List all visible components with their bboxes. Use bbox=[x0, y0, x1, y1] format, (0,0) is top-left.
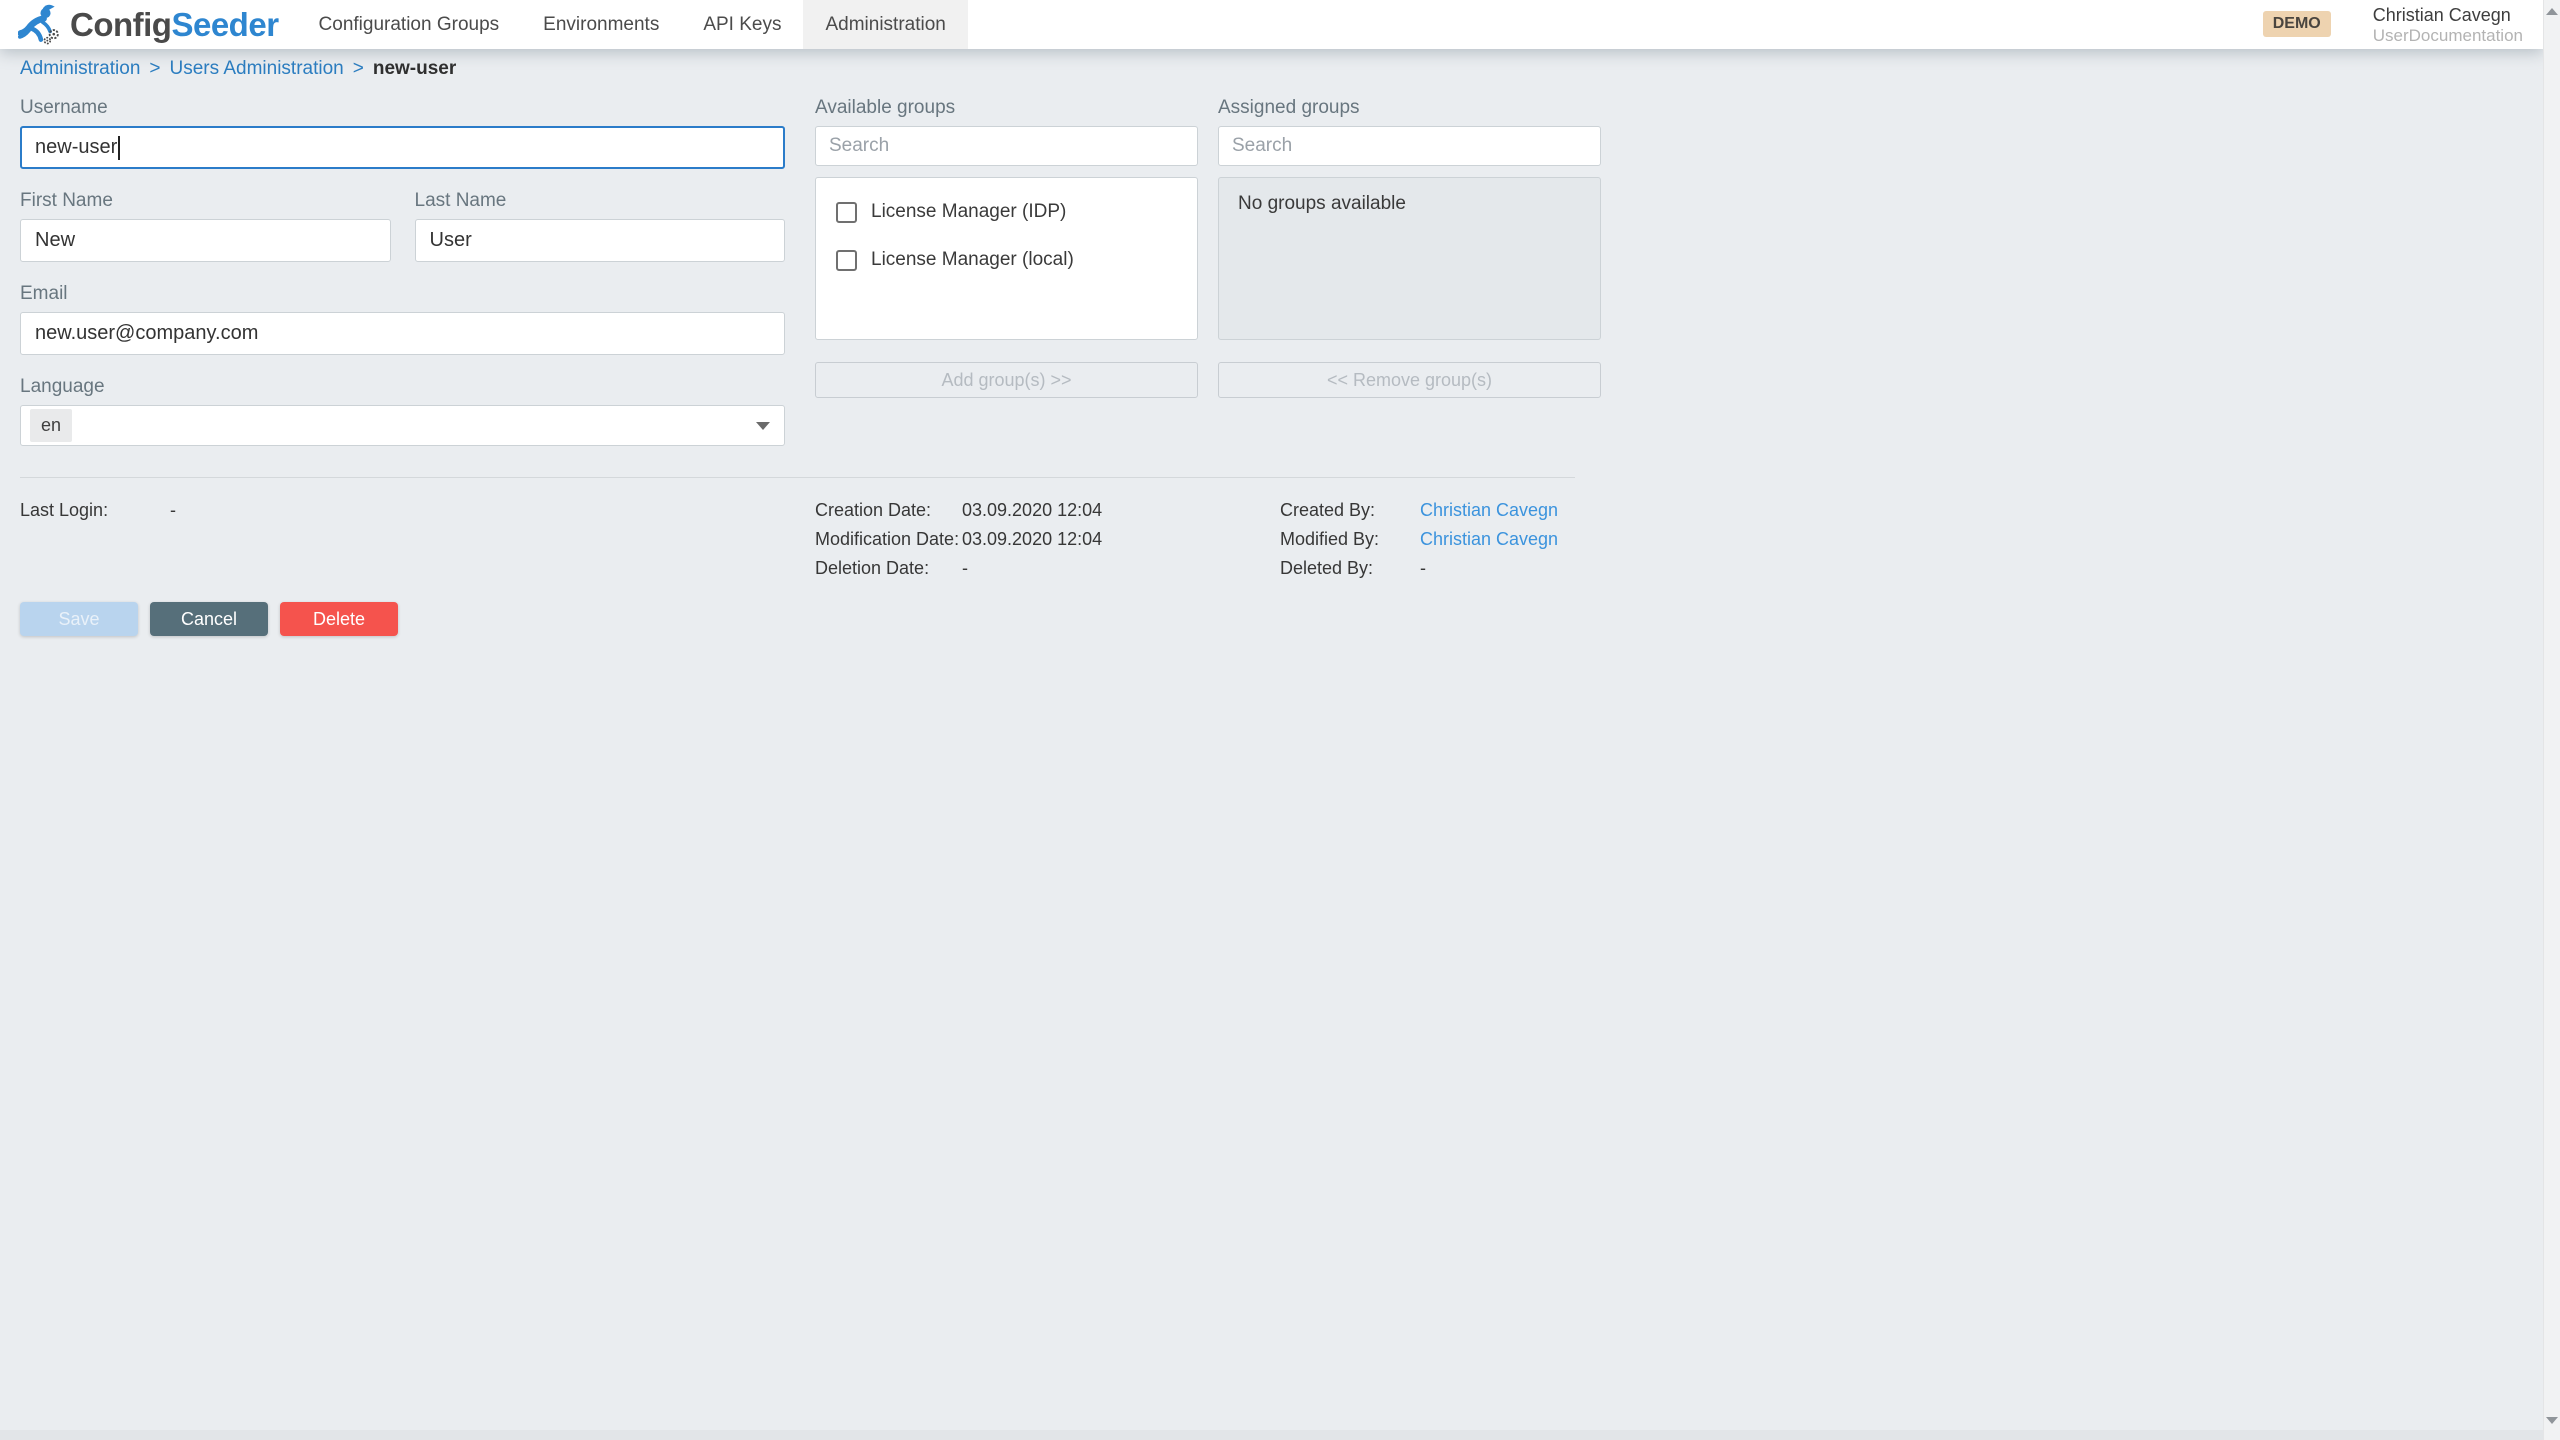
modified-by-label: Modified By: bbox=[1280, 529, 1420, 550]
demo-badge: DEMO bbox=[2263, 11, 2331, 37]
deleted-by-value: - bbox=[1420, 558, 1426, 579]
main-nav: Configuration Groups Environments API Ke… bbox=[297, 0, 968, 49]
deletion-date-value: - bbox=[962, 558, 968, 579]
modification-date-label: Modification Date: bbox=[815, 529, 962, 550]
remove-groups-button[interactable]: << Remove group(s) bbox=[1218, 362, 1601, 398]
last-name-label: Last Name bbox=[415, 190, 786, 212]
breadcrumb-separator-icon: > bbox=[149, 58, 160, 80]
group-item-license-manager-idp[interactable]: License Manager (IDP) bbox=[816, 188, 1197, 236]
metadata-section: Last Login: - Creation Date: 03.09.2020 … bbox=[20, 500, 2543, 588]
email-label: Email bbox=[20, 283, 785, 305]
nav-administration[interactable]: Administration bbox=[803, 0, 967, 49]
assigned-groups-list: No groups available bbox=[1218, 177, 1601, 340]
horizontal-scrollbar[interactable] bbox=[0, 1430, 2543, 1440]
deletion-date-label: Deletion Date: bbox=[815, 558, 962, 579]
assigned-groups-label: Assigned groups bbox=[1218, 97, 1601, 119]
modification-date-value: 03.09.2020 12:04 bbox=[962, 529, 1102, 550]
username-label: Username bbox=[20, 97, 785, 119]
add-groups-button[interactable]: Add group(s) >> bbox=[815, 362, 1198, 398]
creation-date-value: 03.09.2020 12:04 bbox=[962, 500, 1102, 521]
sower-mascot-icon bbox=[18, 3, 62, 47]
username-value: new-user bbox=[35, 136, 117, 159]
language-label: Language bbox=[20, 376, 785, 398]
deleted-by-label: Deleted By: bbox=[1280, 558, 1420, 579]
user-tenant: UserDocumentation bbox=[2373, 26, 2523, 46]
creation-date-label: Creation Date: bbox=[815, 500, 962, 521]
checkbox-icon[interactable] bbox=[836, 250, 857, 271]
last-name-input[interactable] bbox=[415, 219, 786, 262]
logo-text: ConfigSeeder bbox=[70, 6, 279, 44]
last-login-label: Last Login: bbox=[20, 500, 170, 521]
text-caret bbox=[118, 136, 120, 160]
available-groups-label: Available groups bbox=[815, 97, 1198, 119]
main-content: Administration > Users Administration > … bbox=[0, 49, 2543, 1430]
group-item-label: License Manager (local) bbox=[871, 249, 1074, 271]
scroll-down-icon[interactable] bbox=[2546, 1417, 2558, 1424]
nav-configuration-groups[interactable]: Configuration Groups bbox=[297, 0, 522, 49]
breadcrumb-administration[interactable]: Administration bbox=[20, 58, 140, 80]
email-input[interactable] bbox=[20, 312, 785, 355]
section-divider bbox=[20, 477, 1575, 478]
modified-by-link[interactable]: Christian Cavegn bbox=[1420, 529, 1558, 550]
group-item-label: License Manager (IDP) bbox=[871, 201, 1066, 223]
no-groups-text: No groups available bbox=[1238, 193, 1406, 214]
breadcrumb-current-page: new-user bbox=[373, 58, 456, 80]
group-item-license-manager-local[interactable]: License Manager (local) bbox=[816, 236, 1197, 284]
delete-button[interactable]: Delete bbox=[280, 602, 398, 636]
user-form: Username new-user First Name Last Name bbox=[20, 97, 785, 446]
nav-api-keys[interactable]: API Keys bbox=[681, 0, 803, 49]
save-button[interactable]: Save bbox=[20, 602, 138, 636]
assigned-groups-search-input[interactable] bbox=[1218, 126, 1601, 166]
app-logo[interactable]: ConfigSeeder bbox=[18, 3, 279, 47]
nav-environments[interactable]: Environments bbox=[521, 0, 681, 49]
created-by-link[interactable]: Christian Cavegn bbox=[1420, 500, 1558, 521]
chevron-down-icon bbox=[756, 422, 770, 430]
header-bar: ConfigSeeder Configuration Groups Enviro… bbox=[0, 0, 2543, 49]
action-buttons: Save Cancel Delete bbox=[20, 602, 2543, 636]
username-input[interactable]: new-user bbox=[20, 126, 785, 169]
vertical-scrollbar[interactable] bbox=[2543, 0, 2560, 1440]
scroll-up-icon[interactable] bbox=[2546, 8, 2558, 15]
language-selected-chip: en bbox=[30, 409, 72, 442]
first-name-input[interactable] bbox=[20, 219, 391, 262]
user-menu[interactable]: Christian Cavegn UserDocumentation bbox=[2373, 3, 2523, 45]
breadcrumb-users-administration[interactable]: Users Administration bbox=[170, 58, 344, 80]
assigned-groups-section: Assigned groups No groups available << R… bbox=[1218, 97, 1601, 446]
available-groups-section: Available groups License Manager (IDP) L… bbox=[815, 97, 1198, 446]
breadcrumb-separator-icon: > bbox=[353, 58, 364, 80]
available-groups-list: License Manager (IDP) License Manager (l… bbox=[815, 177, 1198, 340]
header-right: DEMO Christian Cavegn UserDocumentation bbox=[2263, 3, 2543, 45]
available-groups-search-input[interactable] bbox=[815, 126, 1198, 166]
cancel-button[interactable]: Cancel bbox=[150, 602, 268, 636]
language-select[interactable]: en bbox=[20, 405, 785, 446]
created-by-label: Created By: bbox=[1280, 500, 1420, 521]
user-name: Christian Cavegn bbox=[2373, 5, 2523, 26]
breadcrumb: Administration > Users Administration > … bbox=[20, 58, 2543, 80]
last-login-value: - bbox=[170, 500, 176, 521]
first-name-label: First Name bbox=[20, 190, 391, 212]
checkbox-icon[interactable] bbox=[836, 202, 857, 223]
app-window: ConfigSeeder Configuration Groups Enviro… bbox=[0, 0, 2560, 1440]
